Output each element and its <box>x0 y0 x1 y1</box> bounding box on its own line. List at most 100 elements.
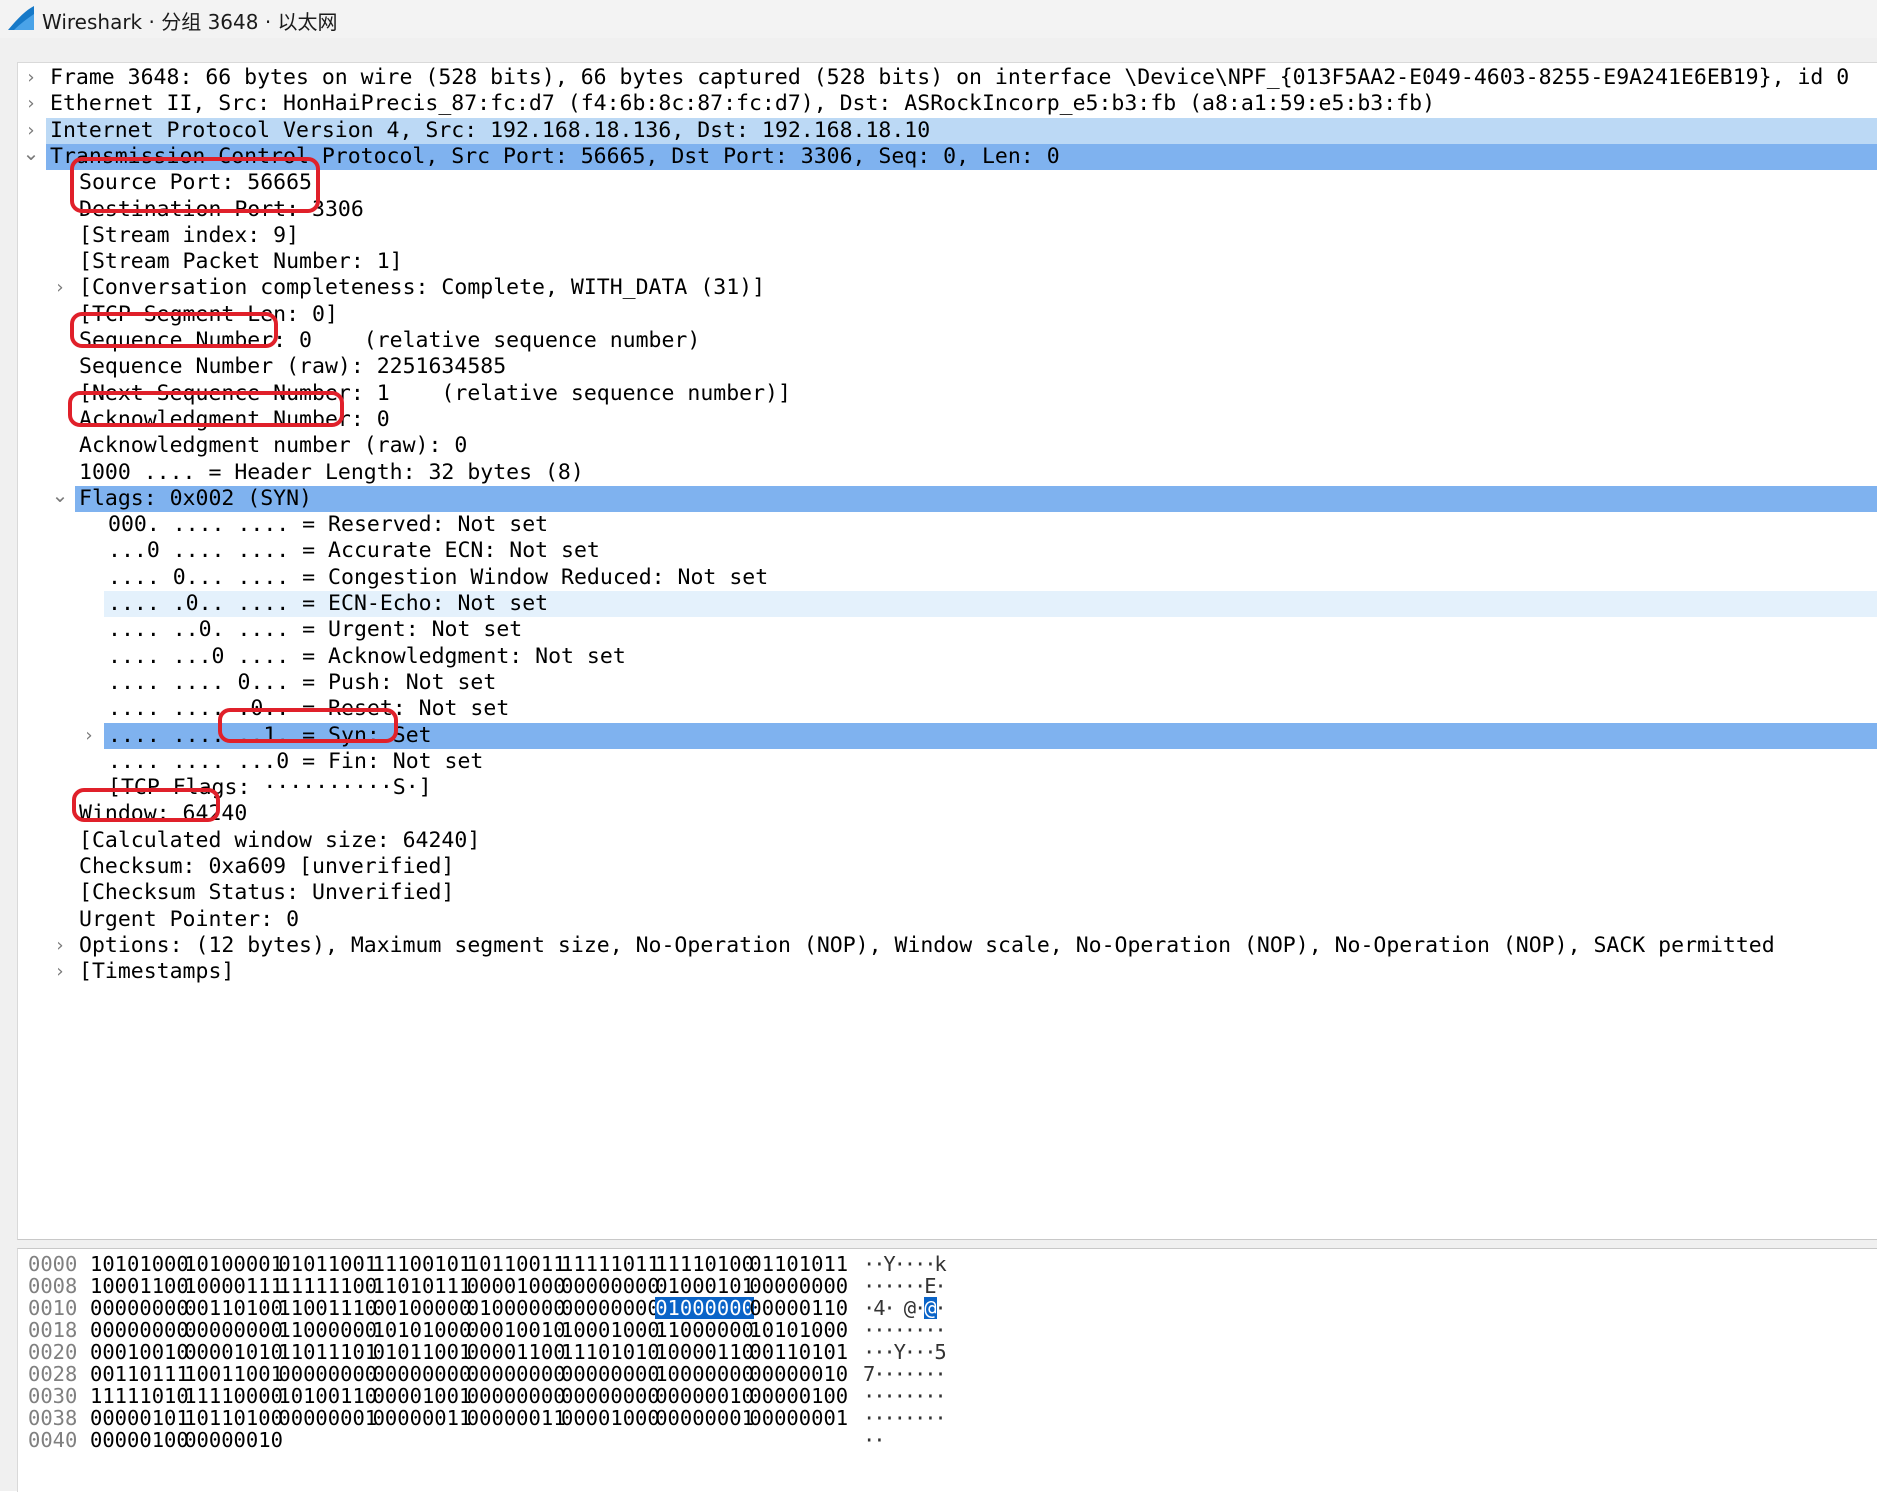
tree-row-frame[interactable]: › Frame 3648: 66 bytes on wire (528 bits)… <box>18 65 1877 91</box>
hex-byte[interactable]: 10101000 <box>90 1253 189 1275</box>
tree-row-flag-acknowledgment[interactable]: .... ...0 .... = Acknowledgment: Not set <box>18 644 1877 670</box>
ascii-char[interactable]: k <box>934 1253 946 1275</box>
tree-row-tcp[interactable]: ⌄ Transmission Control Protocol, Src Port… <box>18 143 1877 171</box>
hex-byte[interactable]: 11111100 <box>278 1275 377 1297</box>
chevron-right-icon[interactable]: › <box>50 275 70 301</box>
ascii-char[interactable]: 5 <box>934 1341 946 1363</box>
tree-row-timestamps[interactable]: › [Timestamps] <box>18 959 1877 985</box>
tree-row-flag-reset[interactable]: .... .... .0.. = Reset: Not set <box>18 696 1877 722</box>
hex-byte[interactable]: 11000000 <box>655 1319 754 1341</box>
tree-row-acknowledgment-number[interactable]: Acknowledgment Number: 0 <box>18 407 1877 433</box>
tree-row-segment-len[interactable]: [TCP Segment Len: 0] <box>18 302 1877 328</box>
hex-byte[interactable]: 00100000 <box>373 1297 472 1319</box>
hex-byte[interactable]: 00000000 <box>561 1297 660 1319</box>
hex-byte[interactable]: 10000111 <box>184 1275 283 1297</box>
hex-byte[interactable]: 01101011 <box>749 1253 848 1275</box>
chevron-right-icon[interactable]: › <box>50 959 70 985</box>
hex-byte[interactable]: 11001110 <box>278 1297 377 1319</box>
hex-byte[interactable]: 00000000 <box>90 1319 189 1341</box>
hex-byte[interactable]: 11000000 <box>278 1319 377 1341</box>
tree-row-flag-reserved[interactable]: 000. .... .... = Reserved: Not set <box>18 512 1877 538</box>
hex-byte[interactable]: 00000000 <box>561 1385 660 1407</box>
chevron-right-icon[interactable]: › <box>21 65 41 91</box>
ascii-char[interactable]: · <box>934 1319 946 1341</box>
hex-byte[interactable]: 00000000 <box>278 1363 377 1385</box>
tree-row-flags[interactable]: ⌄ Flags: 0x002 (SYN) <box>18 485 1877 513</box>
hex-byte[interactable]: 01011001 <box>278 1253 377 1275</box>
tree-row-urgent-pointer[interactable]: Urgent Pointer: 0 <box>18 907 1877 933</box>
hex-byte[interactable]: 00000100 <box>749 1385 848 1407</box>
hex-byte[interactable]: 10100001 <box>184 1253 283 1275</box>
hex-byte[interactable]: 00110101 <box>749 1341 848 1363</box>
hex-byte[interactable]: 00000101 <box>90 1407 189 1429</box>
packet-details-tree[interactable]: › Frame 3648: 66 bytes on wire (528 bits)… <box>17 62 1877 1240</box>
tree-row-header-length[interactable]: 1000 .... = Header Length: 32 bytes (8) <box>18 460 1877 486</box>
hex-byte[interactable]: 10001000 <box>561 1319 660 1341</box>
hex-byte[interactable]: 00000000 <box>90 1297 189 1319</box>
hex-byte[interactable]: 00001001 <box>373 1385 472 1407</box>
tree-row-flag-syn[interactable]: › .... .... ..1. = Syn: Set <box>18 722 1877 749</box>
hex-row[interactable]: 0040 00000100 00000010 · · <box>18 1429 1877 1451</box>
hex-row[interactable]: 0008 10001100 10000111 11111100 11010111 0000… <box>18 1275 1877 1297</box>
hex-byte[interactable]: 00000011 <box>373 1407 472 1429</box>
ascii-char[interactable]: · <box>934 1297 946 1319</box>
tree-row-flag-accurate-ecn[interactable]: ...0 .... .... = Accurate ECN: Not set <box>18 538 1877 564</box>
tree-row-checksum[interactable]: Checksum: 0xa609 [unverified] <box>18 854 1877 880</box>
ascii-char[interactable]: · <box>934 1363 946 1385</box>
chevron-right-icon[interactable]: › <box>50 933 70 959</box>
hex-row[interactable]: 0038 00000101 10110100 00000001 00000011 0000… <box>18 1407 1877 1429</box>
hex-byte[interactable]: 00000000 <box>184 1319 283 1341</box>
hex-byte[interactable]: 10101000 <box>373 1319 472 1341</box>
hex-byte[interactable]: 11111011 <box>561 1253 660 1275</box>
hex-byte[interactable]: 01011001 <box>373 1341 472 1363</box>
hex-byte-selected[interactable]: 01000000 <box>655 1297 754 1319</box>
hex-byte[interactable]: 10110011 <box>467 1253 566 1275</box>
chevron-right-icon[interactable]: › <box>21 118 41 144</box>
hex-byte[interactable]: 00010010 <box>90 1341 189 1363</box>
ascii-char[interactable]: · <box>934 1385 946 1407</box>
tree-row-sequence-number[interactable]: Sequence Number: 0 (relative sequence nu… <box>18 328 1877 354</box>
hex-byte[interactable]: 11110100 <box>655 1253 754 1275</box>
hex-byte[interactable]: 01000000 <box>467 1297 566 1319</box>
hex-row[interactable]: 0020 00010010 00001010 11011101 01011001 0000… <box>18 1341 1877 1363</box>
hex-byte[interactable]: 00001100 <box>467 1341 566 1363</box>
tree-row-flag-push[interactable]: .... .... 0... = Push: Not set <box>18 670 1877 696</box>
hex-byte[interactable]: 00001010 <box>184 1341 283 1363</box>
hex-byte[interactable]: 00110100 <box>184 1297 283 1319</box>
hex-byte[interactable]: 11101010 <box>561 1341 660 1363</box>
hex-row[interactable]: 0000 10101000 10100001 01011001 11100101 1011… <box>18 1253 1877 1275</box>
tree-row-flag-urgent[interactable]: .... ..0. .... = Urgent: Not set <box>18 617 1877 643</box>
hex-byte[interactable]: 00110111 <box>90 1363 189 1385</box>
tree-row-stream-index[interactable]: [Stream index: 9] <box>18 223 1877 249</box>
tree-row-window[interactable]: Window: 64240 <box>18 801 1877 827</box>
hex-byte[interactable]: 00000000 <box>467 1385 566 1407</box>
hex-byte[interactable]: 00000100 <box>90 1429 189 1451</box>
hex-byte[interactable]: 00000010 <box>749 1363 848 1385</box>
hex-byte[interactable]: 00000001 <box>655 1407 754 1429</box>
hex-byte[interactable]: 11011101 <box>278 1341 377 1363</box>
hex-byte[interactable]: 00000010 <box>184 1429 283 1451</box>
hex-byte[interactable]: 00000010 <box>655 1385 754 1407</box>
hex-row[interactable]: 0010 00000000 00110100 11001110 00100000 0100… <box>18 1297 1877 1319</box>
tree-row-next-sequence-number[interactable]: [Next Sequence Number: 1 (relative seque… <box>18 381 1877 407</box>
hex-row[interactable]: 0030 11111010 11110000 10100110 00001001 0000… <box>18 1385 1877 1407</box>
hex-byte[interactable]: 00000011 <box>467 1407 566 1429</box>
hex-byte[interactable]: 10101000 <box>749 1319 848 1341</box>
hex-row[interactable]: 0018 00000000 00000000 11000000 10101000 0001… <box>18 1319 1877 1341</box>
tree-row-calculated-window[interactable]: [Calculated window size: 64240] <box>18 828 1877 854</box>
hex-byte[interactable]: 00000001 <box>278 1407 377 1429</box>
tree-row-flag-ecn-echo[interactable]: .... .0.. .... = ECN-Echo: Not set <box>18 591 1877 618</box>
packet-bytes-pane[interactable]: 0000 10101000 10100001 01011001 11100101 1011… <box>17 1248 1877 1492</box>
hex-row[interactable]: 0028 00110111 10011001 00000000 00000000 0000… <box>18 1363 1877 1385</box>
ascii-char[interactable]: · <box>873 1429 885 1451</box>
hex-byte[interactable]: 00001000 <box>561 1407 660 1429</box>
hex-byte[interactable]: 10001100 <box>90 1275 189 1297</box>
hex-byte[interactable]: 10100110 <box>278 1385 377 1407</box>
hex-byte[interactable]: 00001000 <box>467 1275 566 1297</box>
tree-row-ethernet[interactable]: › Ethernet II, Src: HonHaiPrecis_87:fc:d7… <box>18 91 1877 117</box>
ascii-char[interactable]: · <box>934 1275 946 1297</box>
tree-row-destination-port[interactable]: Destination Port: 3306 <box>18 197 1877 223</box>
tree-row-flag-cwr[interactable]: .... 0... .... = Congestion Window Reduc… <box>18 565 1877 591</box>
chevron-right-icon[interactable]: › <box>21 91 41 117</box>
tree-row-conversation-completeness[interactable]: › [Conversation completeness: Complete, W… <box>18 275 1877 301</box>
